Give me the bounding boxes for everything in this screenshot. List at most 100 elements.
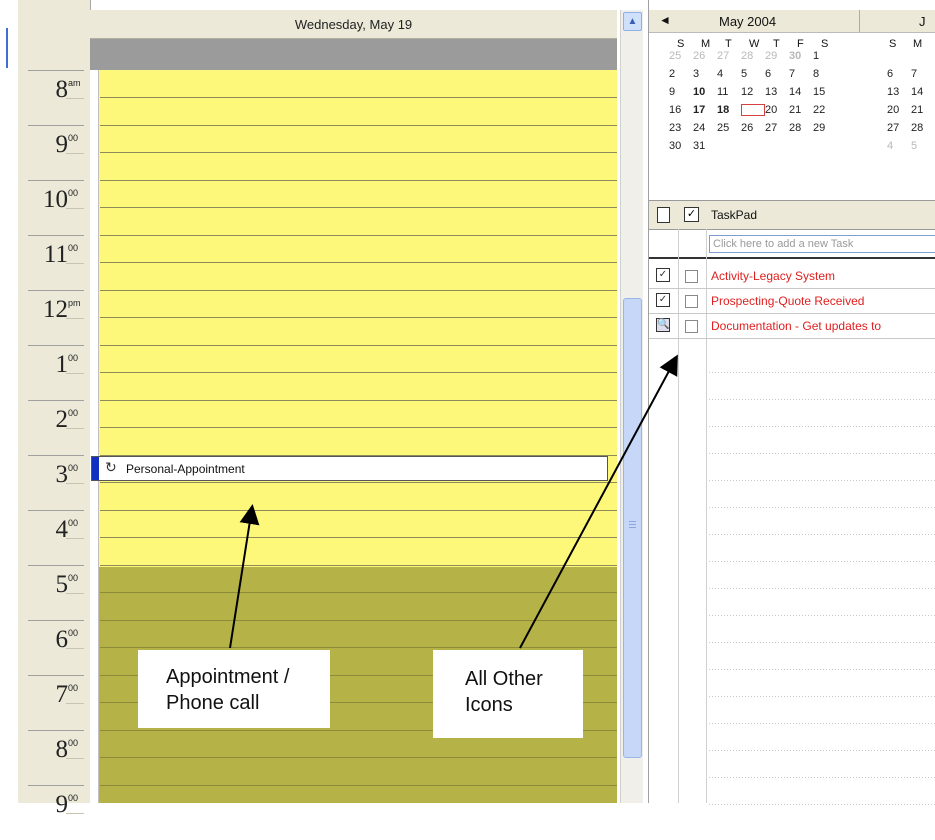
calendar-day[interactable]: 31	[693, 140, 717, 152]
calendar-day[interactable]: 15	[813, 86, 837, 98]
calendar-day[interactable]: 28	[789, 122, 813, 134]
calendar-day[interactable]: 16	[669, 104, 693, 116]
calendar-day[interactable]: 20	[887, 104, 911, 116]
calendar-day[interactable]: 11	[717, 86, 741, 98]
calendar-day[interactable]: 13	[887, 86, 911, 98]
calendar-day[interactable]: 19	[741, 104, 765, 116]
calendar-day[interactable]: 26	[693, 50, 717, 62]
calendar-day[interactable]: 29	[813, 122, 837, 134]
calendar-day[interactable]: 5	[741, 68, 765, 80]
calendar-day[interactable]: 5	[911, 140, 935, 152]
calendar-day[interactable]: 29	[765, 50, 789, 62]
calendar-day[interactable]: 8	[813, 68, 837, 80]
hour-label: 9 00	[18, 785, 90, 840]
day-scrollbar[interactable]: ▲	[620, 10, 643, 803]
hour-divider	[28, 730, 84, 731]
document-icon[interactable]	[657, 207, 670, 223]
appointment-item[interactable]: ↻ Personal-Appointment	[91, 456, 608, 481]
scrollbar-grip	[629, 521, 636, 529]
triangle-left-icon[interactable]: ◄	[659, 13, 671, 27]
hour-divider	[28, 675, 84, 676]
hour-suffix: 00	[68, 463, 79, 473]
new-task-input[interactable]: Click here to add a new Task	[709, 235, 935, 253]
recurrence-icon: ↻	[105, 459, 117, 475]
calendar-day[interactable]: 20	[765, 104, 789, 116]
calendar-day[interactable]: 12	[741, 86, 765, 98]
calendar-day[interactable]: 7	[911, 68, 935, 80]
calendar-week: 16171819202122	[669, 104, 837, 122]
hour-divider	[28, 510, 84, 511]
calendar-day[interactable]: 27	[717, 50, 741, 62]
empty-task-row-line	[709, 723, 935, 724]
task-document-icon[interactable]: 🔍	[656, 318, 670, 332]
hour-suffix: 00	[68, 518, 79, 528]
hour-label: 5 00	[18, 565, 90, 620]
half-hour-divider	[66, 318, 84, 319]
calendar-day[interactable]: 2	[669, 68, 693, 80]
calendar-day[interactable]: 1	[813, 50, 837, 62]
time-slot-line	[100, 482, 617, 483]
task-complete-checkbox[interactable]	[685, 320, 698, 333]
task-row[interactable]: ✓ Prospecting-Quote Received	[649, 288, 935, 314]
half-hour-divider	[66, 483, 84, 484]
task-complete-checkbox[interactable]	[685, 270, 698, 283]
calendar-day[interactable]: 14	[789, 86, 813, 98]
all-day-event-area[interactable]	[90, 39, 617, 70]
time-slot-line	[100, 344, 617, 346]
complete-column-icon[interactable]: ✓	[684, 207, 699, 222]
calendar-day[interactable]: 28	[741, 50, 765, 62]
other-icons-callout: All Other Icons	[433, 650, 583, 738]
calendar-day[interactable]: 30	[669, 140, 693, 152]
task-subject[interactable]: Activity-Legacy System	[711, 269, 835, 283]
task-check-icon[interactable]: ✓	[656, 268, 670, 282]
task-subject[interactable]: Documentation - Get updates to	[711, 319, 881, 333]
taskpad-title[interactable]: TaskPad	[711, 208, 757, 222]
calendar-day[interactable]: 27	[887, 122, 911, 134]
empty-task-row-line	[709, 615, 935, 616]
time-slot-line	[100, 757, 617, 758]
calendar-day[interactable]: 6	[887, 68, 911, 80]
time-slot-line	[100, 619, 617, 621]
hour-label: 11 00	[18, 235, 90, 290]
calendar-day[interactable]: 25	[669, 50, 693, 62]
task-row[interactable]: 🔍 Documentation - Get updates to	[649, 313, 935, 339]
empty-task-row-line	[709, 507, 935, 508]
calendar-day[interactable]: 18	[717, 104, 741, 116]
calendar-day[interactable]: 26	[741, 122, 765, 134]
month-divider	[859, 10, 860, 32]
hour-number: 9	[55, 791, 69, 818]
calendar-day[interactable]: 21	[789, 104, 813, 116]
chevron-up-icon[interactable]: ▲	[623, 12, 642, 31]
task-check-icon[interactable]: ✓	[656, 293, 670, 307]
calendar-day[interactable]: 27	[765, 122, 789, 134]
calendar-day[interactable]: 3	[693, 68, 717, 80]
calendar-day[interactable]: 4	[887, 140, 911, 152]
day-header[interactable]: Wednesday, May 19	[90, 10, 617, 39]
hour-number: 6	[55, 626, 69, 653]
task-complete-checkbox[interactable]	[685, 295, 698, 308]
calendar-day[interactable]: 6	[765, 68, 789, 80]
hour-divider	[28, 125, 84, 126]
calendar-day[interactable]: 10	[693, 86, 717, 98]
weekday-header: S	[889, 38, 897, 50]
calendar-day[interactable]: 4	[717, 68, 741, 80]
calendar-day[interactable]: 13	[765, 86, 789, 98]
calendar-day[interactable]: 23	[669, 122, 693, 134]
calendar-day[interactable]: 17	[693, 104, 717, 116]
calendar-day[interactable]: 7	[789, 68, 813, 80]
calendar-day[interactable]: 9	[669, 86, 693, 98]
calendar-day[interactable]: 22	[813, 104, 837, 116]
hour-number: 12	[43, 296, 68, 323]
scrollbar-thumb[interactable]	[623, 298, 642, 758]
calendar-day[interactable]: 28	[911, 122, 935, 134]
calendar-day[interactable]: 25	[717, 122, 741, 134]
time-slot-line	[100, 784, 617, 786]
calendar-day[interactable]: 24	[693, 122, 717, 134]
calendar-day[interactable]: 30	[789, 50, 813, 62]
calendar-day[interactable]: 21	[911, 104, 935, 116]
time-slot-line	[100, 372, 617, 373]
task-subject[interactable]: Prospecting-Quote Received	[711, 294, 864, 308]
task-row[interactable]: ✓ Activity-Legacy System	[649, 263, 935, 289]
weekday-header: T	[725, 38, 732, 50]
calendar-day[interactable]: 14	[911, 86, 935, 98]
